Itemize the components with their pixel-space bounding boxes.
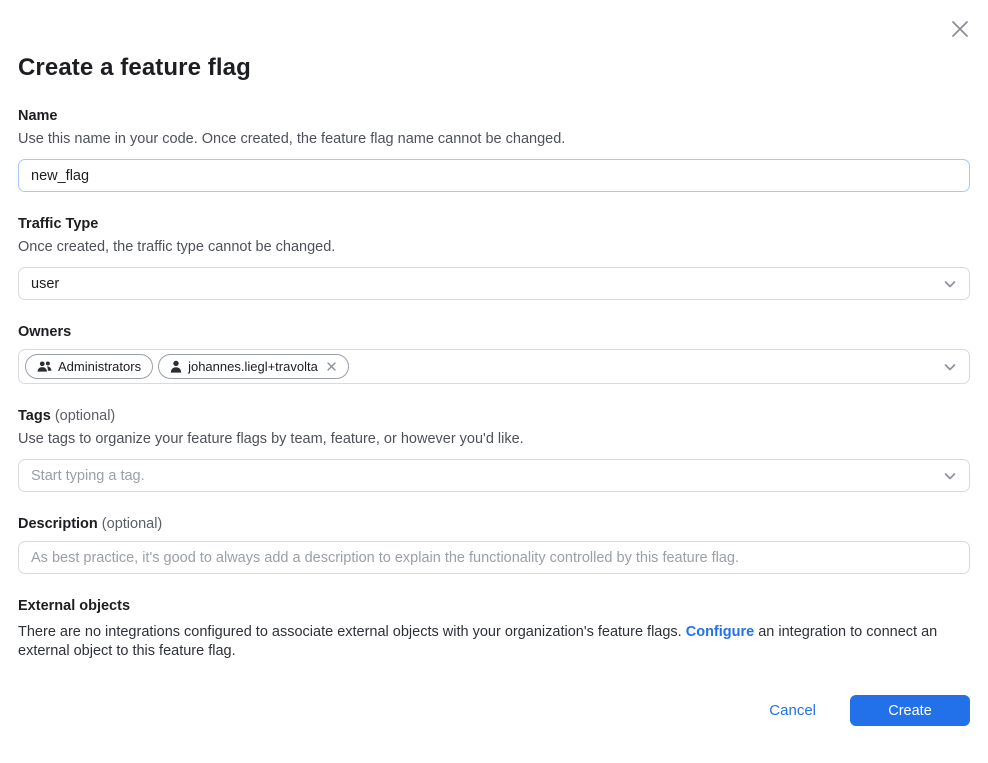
create-button[interactable]: Create [850, 695, 970, 726]
description-input[interactable] [18, 541, 970, 574]
traffic-type-select[interactable]: user [18, 267, 970, 300]
name-input[interactable] [18, 159, 970, 192]
tags-placeholder: Start typing a tag. [31, 468, 145, 484]
tags-select[interactable]: Start typing a tag. [18, 459, 970, 492]
chevron-down-icon [942, 276, 958, 292]
owner-chip-administrators[interactable]: Administrators [25, 354, 153, 379]
traffic-type-label: Traffic Type [18, 216, 970, 232]
traffic-type-helper: Once created, the traffic type cannot be… [18, 238, 970, 257]
group-icon [37, 360, 52, 373]
close-button[interactable] [948, 17, 972, 41]
tags-label-text: Tags [18, 408, 51, 424]
modal-footer: Cancel Create [763, 695, 970, 726]
chevron-down-icon [942, 359, 958, 375]
remove-owner-button[interactable] [326, 361, 337, 372]
chevron-down-icon [942, 468, 958, 484]
description-optional-text: (optional) [102, 516, 162, 532]
owner-chip-label: Administrators [58, 359, 141, 374]
owners-section: Owners Administrators [18, 324, 970, 384]
external-objects-text: There are no integrations configured to … [18, 623, 970, 661]
person-icon [170, 360, 182, 373]
owners-label: Owners [18, 324, 970, 340]
external-text-before: There are no integrations configured to … [18, 624, 686, 640]
tags-section: Tags (optional) Use tags to organize you… [18, 408, 970, 492]
configure-link[interactable]: Configure [686, 624, 754, 640]
name-label: Name [18, 108, 970, 124]
tags-label: Tags (optional) [18, 408, 970, 424]
traffic-type-value: user [31, 276, 59, 292]
modal-title: Create a feature flag [18, 0, 970, 82]
traffic-type-section: Traffic Type Once created, the traffic t… [18, 216, 970, 300]
owners-select[interactable]: Administrators johannes.liegl+travolta [18, 349, 970, 384]
create-feature-flag-modal: Create a feature flag Name Use this name… [0, 0, 988, 763]
external-objects-label: External objects [18, 598, 970, 614]
name-helper: Use this name in your code. Once created… [18, 130, 970, 149]
tags-optional-text: (optional) [55, 408, 115, 424]
owner-chip-label: johannes.liegl+travolta [188, 359, 318, 374]
external-objects-section: External objects There are no integratio… [18, 598, 970, 661]
description-section: Description (optional) [18, 516, 970, 574]
owner-chip-user[interactable]: johannes.liegl+travolta [158, 354, 349, 379]
remove-icon [326, 361, 337, 372]
name-section: Name Use this name in your code. Once cr… [18, 108, 970, 192]
description-label-text: Description [18, 516, 98, 532]
cancel-button[interactable]: Cancel [763, 698, 822, 723]
close-icon [949, 18, 971, 40]
description-label: Description (optional) [18, 516, 970, 532]
tags-helper: Use tags to organize your feature flags … [18, 430, 970, 449]
